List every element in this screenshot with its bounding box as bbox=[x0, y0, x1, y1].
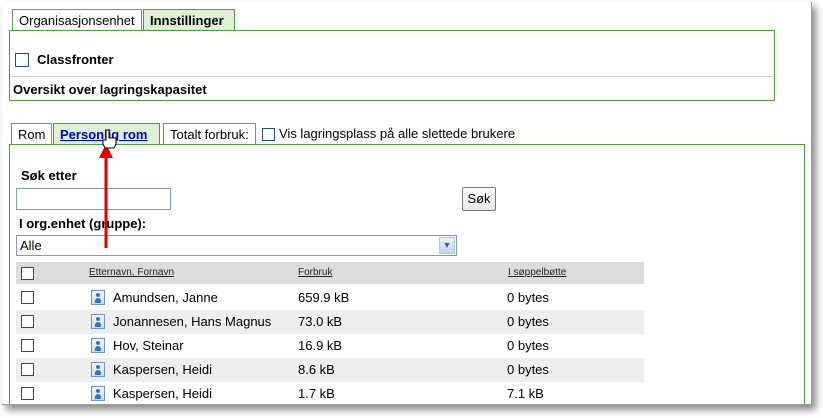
table-header: Etternavn, Fornavn Forbruk I søppelbøtte bbox=[16, 262, 644, 284]
tab-label: Totalt forbruk: bbox=[170, 127, 249, 142]
cell-name: Jonannesen, Hans Magnus bbox=[113, 314, 272, 329]
show-deleted-label: Vis lagringsplass på alle slettede bruke… bbox=[279, 126, 516, 141]
table-row: Amundsen, Janne 659.9 kB 0 bytes bbox=[16, 286, 644, 310]
classfronter-label: Classfronter bbox=[37, 52, 114, 67]
tab-innstillinger[interactable]: Innstillinger bbox=[143, 9, 235, 31]
cell-name: Hov, Steinar bbox=[113, 338, 184, 353]
row-checkbox[interactable] bbox=[21, 291, 34, 304]
search-label: Søk etter bbox=[21, 168, 77, 183]
cell-usage: 16.9 kB bbox=[298, 338, 343, 353]
show-deleted-checkbox[interactable] bbox=[262, 128, 275, 141]
cell-usage: 1.7 kB bbox=[298, 386, 335, 401]
divider bbox=[10, 76, 774, 77]
tab-totalt-forbruk[interactable]: Totalt forbruk: bbox=[163, 123, 256, 145]
cell-name: Amundsen, Janne bbox=[113, 290, 218, 305]
cell-usage: 659.9 kB bbox=[298, 290, 350, 305]
row-checkbox[interactable] bbox=[21, 363, 34, 376]
cell-trash: 0 bytes bbox=[507, 290, 549, 305]
cell-trash: 0 bytes bbox=[507, 338, 549, 353]
row-checkbox[interactable] bbox=[21, 315, 34, 328]
column-header-trash[interactable]: I søppelbøtte bbox=[508, 267, 566, 278]
tab-label: Organisasjonsenhet bbox=[19, 13, 135, 28]
group-select[interactable]: Alle ▼ bbox=[16, 235, 457, 256]
cell-usage: 73.0 kB bbox=[298, 314, 343, 329]
row-checkbox[interactable] bbox=[21, 387, 34, 400]
table-row: Kaspersen, Heidi 8.6 kB 0 bytes bbox=[16, 358, 644, 382]
table-row: Jonannesen, Hans Magnus 73.0 kB 0 bytes bbox=[16, 310, 644, 334]
tab-organisasjonsenhet[interactable]: Organisasjonsenhet bbox=[12, 9, 142, 31]
user-icon bbox=[91, 314, 105, 329]
user-icon bbox=[91, 386, 105, 401]
cell-name: Kaspersen, Heidi bbox=[113, 386, 212, 401]
search-button-label: Søk bbox=[467, 191, 491, 206]
cell-trash: 0 bytes bbox=[507, 314, 549, 329]
tab-rom[interactable]: Rom bbox=[11, 123, 52, 145]
cell-usage: 8.6 kB bbox=[298, 362, 335, 377]
tab-label: Innstillinger bbox=[150, 13, 224, 28]
annotation-arrow bbox=[99, 129, 117, 248]
user-icon bbox=[91, 290, 105, 305]
tab-label: Rom bbox=[18, 127, 46, 142]
hand-cursor-icon bbox=[102, 129, 117, 149]
search-button[interactable]: Søk bbox=[462, 187, 496, 211]
column-header-usage[interactable]: Forbruk bbox=[298, 267, 332, 278]
app-window: Organisasjonsenhet Innstillinger Classfr… bbox=[2, 2, 812, 405]
user-icon bbox=[91, 338, 105, 353]
section-title: Oversikt over lagringskapasitet bbox=[13, 82, 207, 97]
cell-trash: 0 bytes bbox=[507, 362, 549, 377]
table-row: Hov, Steinar 16.9 kB 0 bytes bbox=[16, 334, 644, 358]
table-row: Kaspersen, Heidi 1.7 kB 7.1 kB bbox=[16, 382, 644, 404]
chevron-down-icon[interactable]: ▼ bbox=[439, 237, 455, 254]
cell-name: Kaspersen, Heidi bbox=[113, 362, 212, 377]
select-all-checkbox[interactable] bbox=[21, 267, 34, 280]
user-icon bbox=[91, 362, 105, 377]
cell-trash: 7.1 kB bbox=[507, 386, 544, 401]
row-checkbox[interactable] bbox=[21, 339, 34, 352]
group-select-value: Alle bbox=[20, 238, 42, 253]
classfronter-checkbox[interactable] bbox=[15, 53, 29, 67]
column-header-name[interactable]: Etternavn, Fornavn bbox=[89, 267, 174, 278]
